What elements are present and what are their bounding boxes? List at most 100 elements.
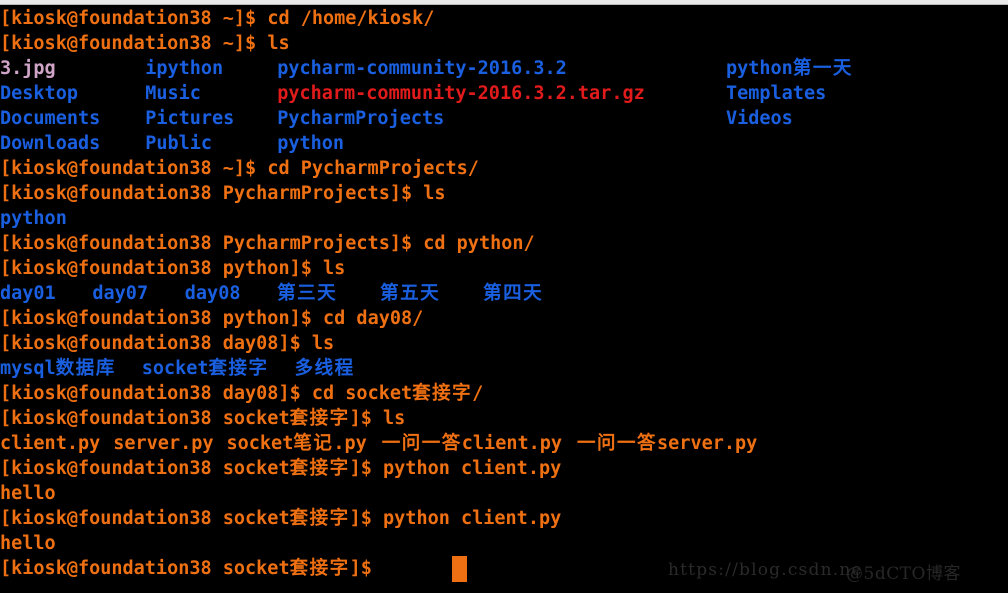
- file-entry: server.py: [657, 433, 758, 454]
- file-entry: server.py: [113, 433, 214, 454]
- shell-prompt-tail: ]$: [349, 458, 384, 479]
- terminal-line-prompt: [kiosk@foundation38 ~]$ cd /home/kiosk/: [0, 6, 1008, 31]
- shell-prompt: [kiosk@foundation38 day08]$: [0, 333, 312, 354]
- shell-prompt: [kiosk@foundation38 python]$: [0, 258, 324, 279]
- shell-prompt: [kiosk@foundation38 ~]$: [0, 8, 268, 29]
- program-output: hello: [0, 533, 56, 554]
- shell-prompt-head: [kiosk@foundation38 socket: [0, 458, 290, 479]
- shell-prompt-tail: ]$: [349, 558, 384, 579]
- shell-command: ls: [323, 258, 346, 279]
- terminal-line-prompt: [kiosk@foundation38 socket套接字]$ python c…: [0, 506, 1008, 531]
- shell-command: cd PycharmProjects/: [267, 158, 479, 179]
- dir-entry-cjk: 第三天: [277, 283, 338, 304]
- terminal-screen[interactable]: [kiosk@foundation38 ~]$ cd /home/kiosk/ …: [0, 6, 1008, 593]
- shell-command: python client.py: [383, 508, 562, 529]
- shell-prompt: [kiosk@foundation38 day08]$: [0, 383, 312, 404]
- terminal-line-prompt: [kiosk@foundation38 day08]$ ls: [0, 331, 1008, 356]
- file-entry-cjk: 笔记: [293, 433, 334, 454]
- shell-prompt: [kiosk@foundation38 PycharmProjects]$: [0, 183, 424, 204]
- shell-command: python client.py: [383, 458, 562, 479]
- dir-entry-cjk: 数据库: [55, 358, 116, 379]
- dir-entry: Public: [145, 133, 213, 154]
- shell-prompt: [kiosk@foundation38 PycharmProjects]$: [0, 233, 424, 254]
- shell-command-cjk: 套接字: [412, 383, 473, 404]
- dir-entry: Templates: [725, 83, 827, 104]
- program-output: hello: [0, 483, 56, 504]
- terminal-line-output: python: [0, 206, 1008, 231]
- terminal-line-prompt: [kiosk@foundation38 PycharmProjects]$ ls: [0, 181, 1008, 206]
- window-title-bar: [0, 0, 1008, 5]
- file-entry-cjk: 一问一答: [577, 433, 658, 454]
- dir-entry: day01: [0, 283, 56, 304]
- dir-entry: socket: [141, 358, 209, 379]
- dir-entry: ipython: [145, 58, 224, 79]
- terminal-cursor: [452, 556, 467, 582]
- shell-prompt-head: [kiosk@foundation38 socket: [0, 508, 290, 529]
- shell-prompt-cjk: 套接字: [289, 558, 350, 579]
- terminal-line-output: day01 day07 day08 第三天 第五天 第四天: [0, 281, 1008, 306]
- dir-entry-cjk: 多线程: [294, 358, 355, 379]
- dir-entry: python: [0, 208, 67, 229]
- terminal-line-output: 3.jpg ipython pycharm-community-2016.3.2 py…: [0, 56, 1008, 81]
- terminal-line-prompt: [kiosk@foundation38 ~]$ cd PycharmProjec…: [0, 156, 1008, 181]
- shell-prompt: [kiosk@foundation38 python]$: [0, 308, 324, 329]
- dir-entry: mysql: [0, 358, 56, 379]
- shell-prompt-tail: ]$: [349, 408, 384, 429]
- shell-command: cd /home/kiosk/: [267, 8, 435, 29]
- terminal-line-prompt: [kiosk@foundation38 socket套接字]$ ls: [0, 406, 1008, 431]
- terminal-line-prompt: [kiosk@foundation38 day08]$ cd socket套接字…: [0, 381, 1008, 406]
- dir-entry: day07: [92, 283, 149, 304]
- terminal-line-output: Documents Pictures PycharmProjects Videos: [0, 106, 1008, 131]
- dir-entry: Videos: [725, 108, 793, 129]
- terminal-line-prompt: [kiosk@foundation38 ~]$ ls: [0, 31, 1008, 56]
- dir-entry-cjk: 套接字: [208, 358, 269, 379]
- shell-prompt-cjk: 套接字: [289, 458, 350, 479]
- terminal-line-output: hello: [0, 531, 1008, 556]
- shell-command: ls: [383, 408, 406, 429]
- dir-entry: day08: [184, 283, 241, 304]
- dir-entry: python: [277, 133, 345, 154]
- file-entry-cjk: 一问一答: [381, 433, 462, 454]
- dir-entry-cjk: 第四天: [483, 283, 544, 304]
- file-entry: client.py: [0, 433, 101, 454]
- terminal-line-prompt: [kiosk@foundation38 PycharmProjects]$ cd…: [0, 231, 1008, 256]
- shell-command: ls: [267, 33, 290, 54]
- file-entry-archive: pycharm-community-2016.3.2.tar.gz: [277, 83, 645, 104]
- file-entry-image: 3.jpg: [0, 58, 56, 79]
- shell-command: cd socket: [311, 383, 413, 404]
- dir-entry: Pictures: [145, 108, 235, 129]
- terminal-window: [kiosk@foundation38 ~]$ cd /home/kiosk/ …: [0, 0, 1008, 593]
- dir-entry-cjk: 第一天: [792, 58, 853, 79]
- file-entry-ext: .py: [333, 433, 367, 454]
- shell-command: cd day08/: [323, 308, 424, 329]
- shell-prompt-cjk: 套接字: [289, 508, 350, 529]
- terminal-line-output: client.py server.py socket笔记.py 一问一答client.…: [0, 431, 1008, 456]
- terminal-line-output: mysql数据库 socket套接字 多线程: [0, 356, 1008, 381]
- dir-entry: pycharm-community-2016.3.2: [277, 58, 567, 79]
- dir-entry: Downloads: [0, 133, 101, 154]
- terminal-line-prompt: [kiosk@foundation38 python]$ ls: [0, 256, 1008, 281]
- file-entry: socket: [226, 433, 294, 454]
- shell-command: ls: [311, 333, 335, 354]
- dir-entry: Music: [145, 83, 201, 104]
- terminal-line-prompt: [kiosk@foundation38 python]$ cd day08/: [0, 306, 1008, 331]
- shell-prompt-cjk: 套接字: [289, 408, 350, 429]
- terminal-line-active-prompt[interactable]: [kiosk@foundation38 socket套接字]$: [0, 556, 1008, 581]
- dir-entry-cjk: 第五天: [380, 283, 441, 304]
- shell-prompt-head: [kiosk@foundation38 socket: [0, 558, 290, 579]
- dir-entry: PycharmProjects: [277, 108, 445, 129]
- terminal-line-prompt: [kiosk@foundation38 socket套接字]$ python c…: [0, 456, 1008, 481]
- shell-prompt: [kiosk@foundation38 ~]$: [0, 158, 268, 179]
- shell-prompt-tail: ]$: [349, 508, 384, 529]
- file-entry: client.py: [461, 433, 563, 454]
- shell-command-tail: /: [472, 383, 484, 404]
- shell-prompt-head: [kiosk@foundation38 socket: [0, 408, 290, 429]
- shell-prompt: [kiosk@foundation38 ~]$: [0, 33, 268, 54]
- terminal-line-output: Desktop Music pycharm-community-2016.3.2.t…: [0, 81, 1008, 106]
- dir-entry: Desktop: [0, 83, 78, 104]
- dir-entry: Documents: [0, 108, 101, 129]
- terminal-line-output: hello: [0, 481, 1008, 506]
- terminal-line-output: Downloads Public python: [0, 131, 1008, 156]
- shell-command: cd python/: [423, 233, 535, 254]
- dir-entry: python: [725, 58, 793, 79]
